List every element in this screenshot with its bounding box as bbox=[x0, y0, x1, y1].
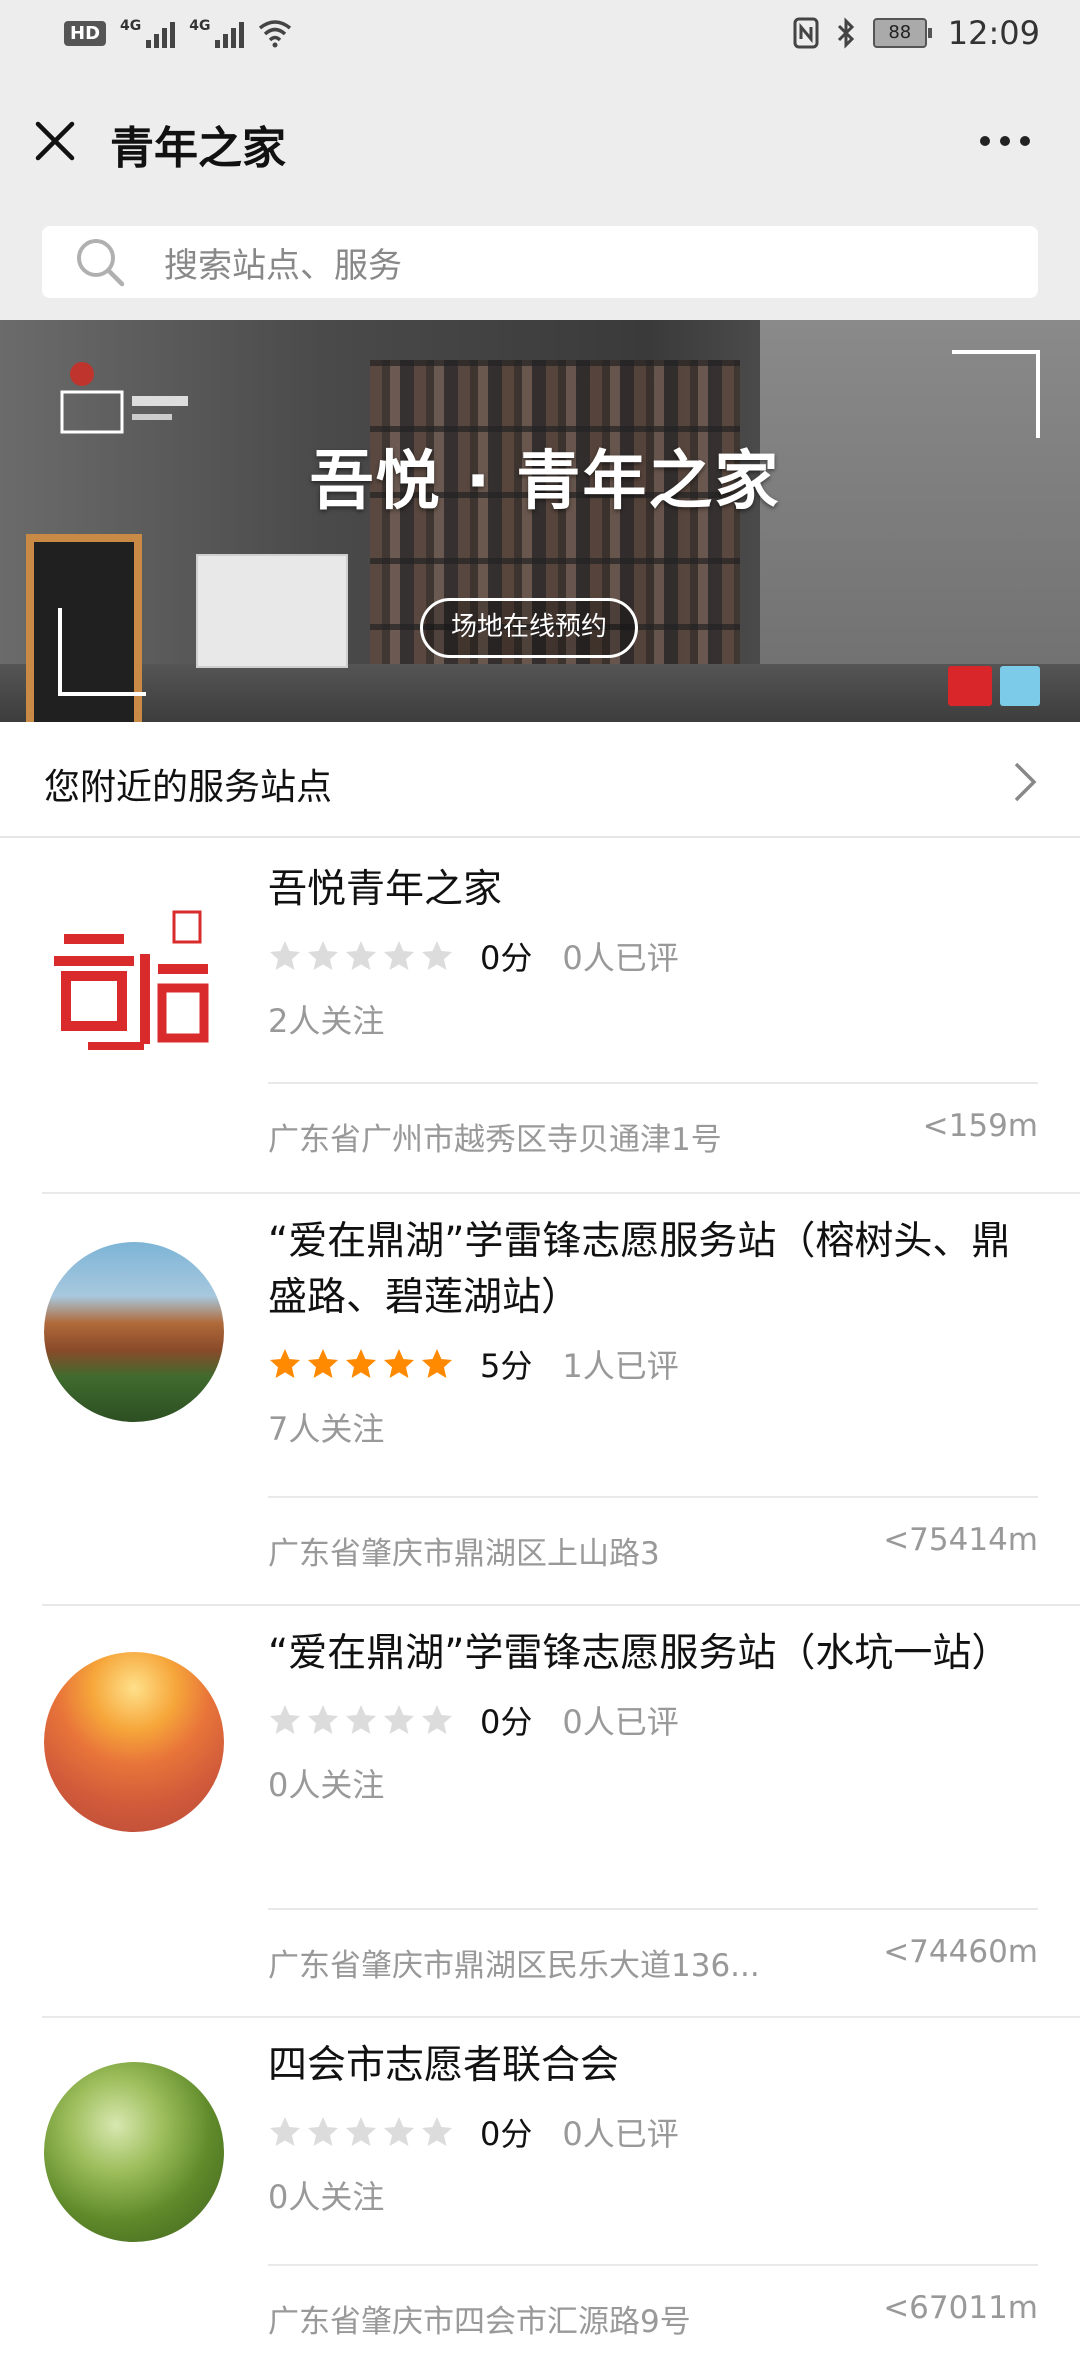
star-icon bbox=[422, 941, 452, 970]
station-photo bbox=[44, 2062, 224, 2242]
page-title: 青年之家 bbox=[110, 123, 286, 174]
wifi-icon bbox=[259, 20, 292, 48]
station-address: 广东省肇庆市鼎湖区民乐大道136... bbox=[268, 1948, 760, 1984]
station-score: 0分 bbox=[480, 2115, 533, 2153]
search-icon bbox=[77, 239, 125, 287]
list-item[interactable]: 吾悦青年之家 0分 0人已评 2人关注 广东省广州市越秀区寺贝通津1号 <159… bbox=[0, 836, 1080, 1194]
star-rating bbox=[268, 939, 454, 973]
station-photo bbox=[44, 1242, 224, 1422]
star-icon bbox=[346, 2117, 376, 2146]
star-icon bbox=[308, 941, 338, 970]
station-name: 四会市志愿者联合会 bbox=[268, 2043, 620, 2088]
bluetooth-icon bbox=[837, 17, 854, 49]
follow-count: 0人关注 bbox=[268, 1766, 385, 1804]
station-score: 0分 bbox=[480, 939, 533, 977]
star-rating bbox=[268, 1703, 454, 1737]
station-distance: <159m bbox=[922, 1108, 1038, 1144]
review-count: 0人已评 bbox=[562, 939, 679, 977]
status-right: 88 12:09 bbox=[793, 14, 1040, 52]
station-address: 广东省广州市越秀区寺贝通津1号 bbox=[268, 1122, 722, 1158]
station-distance: <67011m bbox=[883, 2290, 1038, 2326]
star-icon bbox=[346, 1349, 376, 1378]
clock: 12:09 bbox=[947, 14, 1040, 52]
banner-title: 吾悦 · 青年之家 bbox=[309, 445, 781, 519]
star-icon bbox=[346, 941, 376, 970]
star-icon bbox=[384, 1705, 414, 1734]
star-icon bbox=[384, 1349, 414, 1378]
list-item[interactable]: “爱在鼎湖”学雷锋志愿服务站（水坑一站） 0分 0人已评 0人关注 广东省肇庆市… bbox=[0, 1606, 1080, 2018]
address-row: 广东省广州市越秀区寺贝通津1号 <159m bbox=[268, 1082, 1038, 1194]
station-name: “爱在鼎湖”学雷锋志愿服务站（榕树头、鼎盛路、碧莲湖站） bbox=[268, 1219, 1011, 1320]
chevron-right-icon bbox=[1014, 762, 1037, 802]
star-icon bbox=[422, 1349, 452, 1378]
close-icon[interactable] bbox=[30, 116, 80, 166]
booking-button[interactable]: 场地在线预约 bbox=[420, 598, 638, 658]
youth-voice-logo bbox=[1000, 666, 1040, 706]
address-row: 广东省肇庆市鼎湖区民乐大道136... <74460m bbox=[268, 1908, 1038, 2020]
signal-icon: 4G bbox=[189, 18, 245, 48]
nav-bar: 青年之家 bbox=[0, 76, 1080, 206]
follow-count: 0人关注 bbox=[268, 2178, 385, 2216]
list-item[interactable]: 四会市志愿者联合会 0分 0人已评 0人关注 广东省肇庆市四会市汇源路9号 <6… bbox=[0, 2018, 1080, 2376]
network-label: 4G bbox=[120, 18, 142, 34]
rating-row: 0分 0人已评 bbox=[268, 928, 1038, 984]
station-address: 广东省肇庆市鼎湖区上山路3 bbox=[268, 1536, 660, 1572]
counter-image bbox=[196, 554, 348, 668]
station-list: 吾悦青年之家 0分 0人已评 2人关注 广东省广州市越秀区寺贝通津1号 <159… bbox=[0, 836, 1080, 2376]
section-title: 您附近的服务站点 bbox=[44, 767, 333, 808]
station-logo bbox=[44, 894, 224, 1074]
youth-home-logo bbox=[948, 666, 992, 706]
station-distance: <75414m bbox=[883, 1522, 1038, 1558]
battery-icon: 88 bbox=[872, 18, 932, 48]
battery-level: 88 bbox=[872, 18, 927, 48]
star-icon bbox=[422, 1705, 452, 1734]
rating-row: 0分 0人已评 bbox=[268, 2104, 1038, 2160]
station-score: 5分 bbox=[480, 1347, 533, 1385]
address-row: 广东省肇庆市四会市汇源路9号 <67011m bbox=[268, 2264, 1038, 2376]
star-icon bbox=[270, 941, 300, 970]
search-bar: 搜索站点、服务 bbox=[0, 206, 1080, 320]
star-icon bbox=[384, 941, 414, 970]
star-icon bbox=[270, 1349, 300, 1378]
address-row: 广东省肇庆市鼎湖区上山路3 <75414m bbox=[268, 1496, 1038, 1608]
signal-icon: 4G bbox=[120, 18, 176, 48]
hd-badge: HD bbox=[64, 20, 107, 46]
nfc-icon bbox=[793, 17, 819, 49]
more-options-icon[interactable] bbox=[980, 136, 1030, 146]
search-input[interactable]: 搜索站点、服务 bbox=[42, 226, 1038, 298]
star-rating bbox=[268, 1347, 454, 1381]
star-icon bbox=[308, 2117, 338, 2146]
promo-banner[interactable]: 吾悦 · 青年之家 场地在线预约 bbox=[0, 320, 1080, 722]
star-icon bbox=[270, 2117, 300, 2146]
review-count: 0人已评 bbox=[562, 2115, 679, 2153]
station-name: 吾悦青年之家 bbox=[268, 867, 503, 912]
station-name: “爱在鼎湖”学雷锋志愿服务站（水坑一站） bbox=[268, 1631, 1011, 1676]
star-icon bbox=[422, 2117, 452, 2146]
banner-badges bbox=[948, 666, 1040, 706]
review-count: 0人已评 bbox=[562, 1703, 679, 1741]
star-icon bbox=[308, 1705, 338, 1734]
list-item[interactable]: “爱在鼎湖”学雷锋志愿服务站（榕树头、鼎盛路、碧莲湖站） 5分 1人已评 7人关… bbox=[0, 1194, 1080, 1606]
star-rating bbox=[268, 2115, 454, 2149]
follow-count: 2人关注 bbox=[268, 1002, 385, 1040]
review-count: 1人已评 bbox=[562, 1347, 679, 1385]
station-photo bbox=[44, 1652, 224, 1832]
network-label: 4G bbox=[189, 18, 211, 34]
star-icon bbox=[308, 1349, 338, 1378]
rating-row: 0分 0人已评 bbox=[268, 1692, 1038, 1748]
star-icon bbox=[270, 1705, 300, 1734]
star-icon bbox=[384, 2117, 414, 2146]
star-icon bbox=[346, 1705, 376, 1734]
station-score: 0分 bbox=[480, 1703, 533, 1741]
status-left: HD 4G 4G bbox=[64, 18, 292, 48]
status-bar: HD 4G 4G 88 12:09 bbox=[0, 0, 1080, 76]
follow-count: 7人关注 bbox=[268, 1410, 385, 1448]
rating-row: 5分 1人已评 bbox=[268, 1336, 1038, 1392]
search-placeholder: 搜索站点、服务 bbox=[164, 245, 402, 286]
nearby-stations-header[interactable]: 您附近的服务站点 bbox=[0, 722, 1080, 838]
station-address: 广东省肇庆市四会市汇源路9号 bbox=[268, 2304, 691, 2340]
station-distance: <74460m bbox=[883, 1934, 1038, 1970]
